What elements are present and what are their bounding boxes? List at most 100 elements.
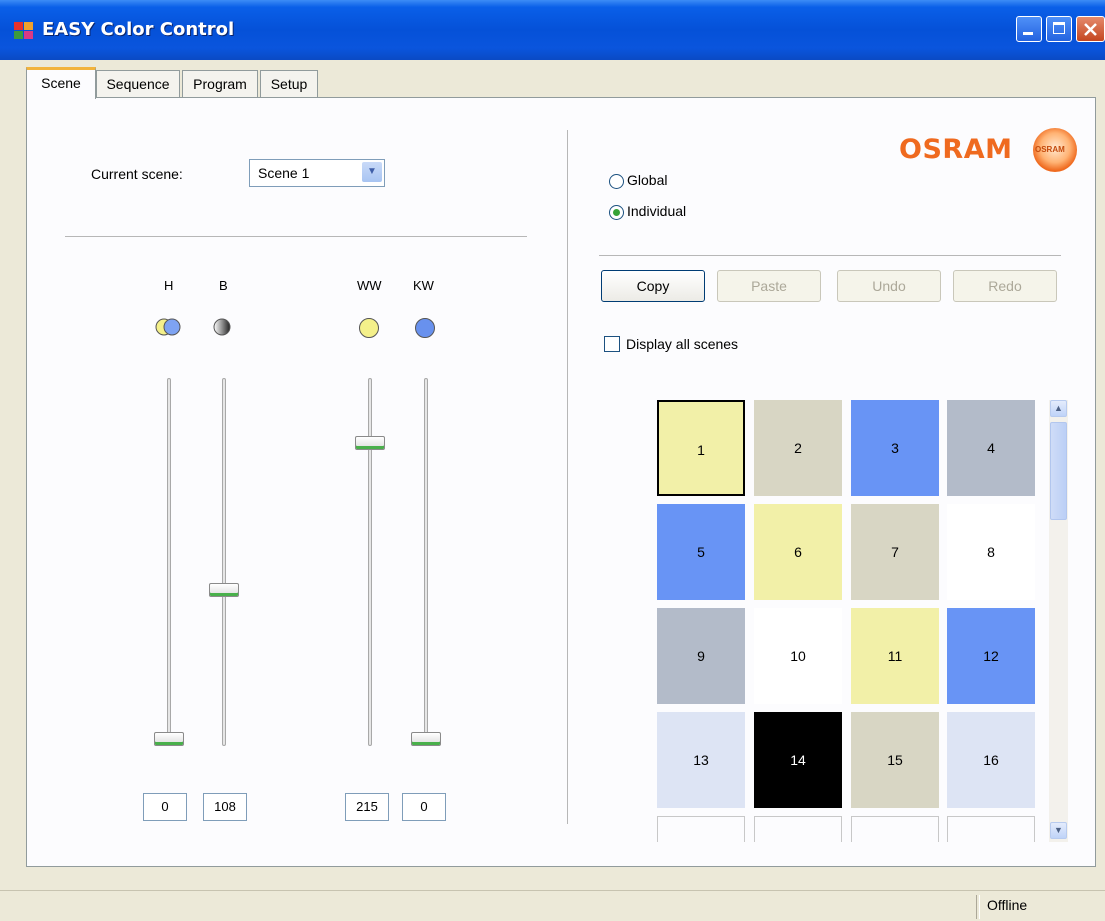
scene-cell-9[interactable]: 9: [657, 608, 745, 704]
global-radio-label[interactable]: Global: [627, 172, 667, 188]
slider-track-h[interactable]: [167, 378, 171, 746]
tab-scene[interactable]: Scene: [26, 67, 96, 99]
scene-cell-13[interactable]: 13: [657, 712, 745, 808]
scene-cell-label: 3: [891, 440, 899, 456]
slider-track-kw[interactable]: [424, 378, 428, 746]
scene-cell-14[interactable]: 14: [754, 712, 842, 808]
slider-label-kw: KW: [413, 278, 434, 293]
individual-radio-label[interactable]: Individual: [627, 203, 686, 219]
scene-cell-label: 16: [983, 752, 999, 768]
scene-cell-label: 14: [790, 752, 806, 768]
paste-button[interactable]: Paste: [717, 270, 821, 302]
display-all-label[interactable]: Display all scenes: [626, 336, 738, 352]
undo-button[interactable]: Undo: [837, 270, 941, 302]
window-title: EASY Color Control: [42, 19, 235, 40]
status-bar: Offline: [0, 890, 1105, 921]
scene-grid: 1 2 3 4 5 6 7 8 9 10 11 12 13 14 15 16: [657, 400, 1041, 842]
scene-cell-label: 1: [697, 442, 705, 458]
current-scene-label: Current scene:: [91, 166, 183, 182]
copy-button[interactable]: Copy: [601, 270, 705, 302]
scene-cell-partial: [657, 816, 745, 842]
cool-white-icon: [415, 318, 435, 338]
scene-cell-11[interactable]: 11: [851, 608, 939, 704]
slider-label-b: B: [219, 278, 228, 293]
slider-thumb-kw[interactable]: [411, 732, 441, 746]
value-field-ww[interactable]: 215: [345, 793, 389, 821]
value-field-b[interactable]: 108: [203, 793, 247, 821]
slider-thumb-ww[interactable]: [355, 436, 385, 450]
slider-thumb-h[interactable]: [154, 732, 184, 746]
scene-cell-15[interactable]: 15: [851, 712, 939, 808]
close-icon: [1084, 23, 1097, 36]
scene-cell-3[interactable]: 3: [851, 400, 939, 496]
osram-bulb-logo: OSRAM: [1033, 128, 1077, 172]
scene-cell-8[interactable]: 8: [947, 504, 1035, 600]
individual-radio[interactable]: [609, 205, 624, 220]
scene-cell-1[interactable]: 1: [657, 400, 745, 496]
close-button[interactable]: [1076, 16, 1105, 42]
scene-cell-7[interactable]: 7: [851, 504, 939, 600]
scene-cell-4[interactable]: 4: [947, 400, 1035, 496]
scene-cell-label: 6: [794, 544, 802, 560]
scene-cell-12[interactable]: 12: [947, 608, 1035, 704]
scene-cell-label: 9: [697, 648, 705, 664]
slider-label-h: H: [164, 278, 174, 293]
value-field-kw[interactable]: 0: [402, 793, 446, 821]
brightness-icon: [213, 318, 231, 336]
warm-white-icon: [359, 318, 379, 338]
chevron-down-icon[interactable]: ▼: [362, 162, 382, 182]
scene-select-value: Scene 1: [258, 165, 310, 181]
maximize-icon: [1053, 22, 1065, 34]
tab-setup[interactable]: Setup: [260, 70, 318, 98]
divider-right: [599, 255, 1061, 256]
scene-cell-10[interactable]: 10: [754, 608, 842, 704]
title-bar[interactable]: EASY Color Control: [0, 0, 1105, 60]
scene-cell-partial: [947, 816, 1035, 842]
divider-vertical: [567, 130, 568, 824]
scene-cell-label: 7: [891, 544, 899, 560]
slider-thumb-b[interactable]: [209, 583, 239, 597]
maximize-button[interactable]: [1046, 16, 1072, 42]
tab-container: Scene Sequence Program Setup Current sce…: [10, 60, 1105, 890]
scene-cell-label: 4: [987, 440, 995, 456]
scene-cell-6[interactable]: 6: [754, 504, 842, 600]
scene-cell-partial: [851, 816, 939, 842]
app-icon: [14, 22, 33, 39]
minimize-icon: [1023, 32, 1033, 35]
scene-cell-label: 15: [887, 752, 903, 768]
status-text: Offline: [987, 897, 1028, 913]
scene-cell-2[interactable]: 2: [754, 400, 842, 496]
divider-left: [65, 236, 527, 237]
scene-select[interactable]: Scene 1 ▼: [249, 159, 385, 187]
value-field-h[interactable]: 0: [143, 793, 187, 821]
minimize-button[interactable]: [1016, 16, 1042, 42]
osram-logo-text: OSRAM: [899, 134, 1013, 165]
status-separator: [976, 895, 980, 919]
scrollbar-thumb[interactable]: [1050, 422, 1067, 520]
scene-cell-partial: [754, 816, 842, 842]
slider-label-ww: WW: [357, 278, 382, 293]
app-window: EASY Color Control Scene Sequence Progra…: [0, 0, 1105, 921]
bulb-logo-text: OSRAM: [1035, 145, 1065, 154]
tab-sequence[interactable]: Sequence: [96, 70, 180, 98]
global-radio[interactable]: [609, 174, 624, 189]
slider-track-ww[interactable]: [368, 378, 372, 746]
scene-panel: Current scene: Scene 1 ▼ H B WW KW 0 108…: [26, 97, 1096, 867]
scene-cell-label: 10: [790, 648, 806, 664]
redo-button[interactable]: Redo: [953, 270, 1057, 302]
scene-cell-label: 5: [697, 544, 705, 560]
display-all-checkbox[interactable]: [604, 336, 620, 352]
hue-icon: [155, 318, 181, 336]
scene-cell-16[interactable]: 16: [947, 712, 1035, 808]
scene-cell-label: 2: [794, 440, 802, 456]
scene-cell-label: 11: [887, 648, 903, 664]
slider-track-b[interactable]: [222, 378, 226, 746]
scene-cell-5[interactable]: 5: [657, 504, 745, 600]
scene-cell-label: 8: [987, 544, 995, 560]
scene-cell-label: 12: [983, 648, 999, 664]
tab-program[interactable]: Program: [182, 70, 258, 98]
grid-scrollbar[interactable]: ▲ ▼: [1049, 400, 1068, 842]
scene-cell-label: 13: [693, 752, 709, 768]
scroll-down-icon[interactable]: ▼: [1050, 822, 1067, 839]
scroll-up-icon[interactable]: ▲: [1050, 400, 1067, 417]
